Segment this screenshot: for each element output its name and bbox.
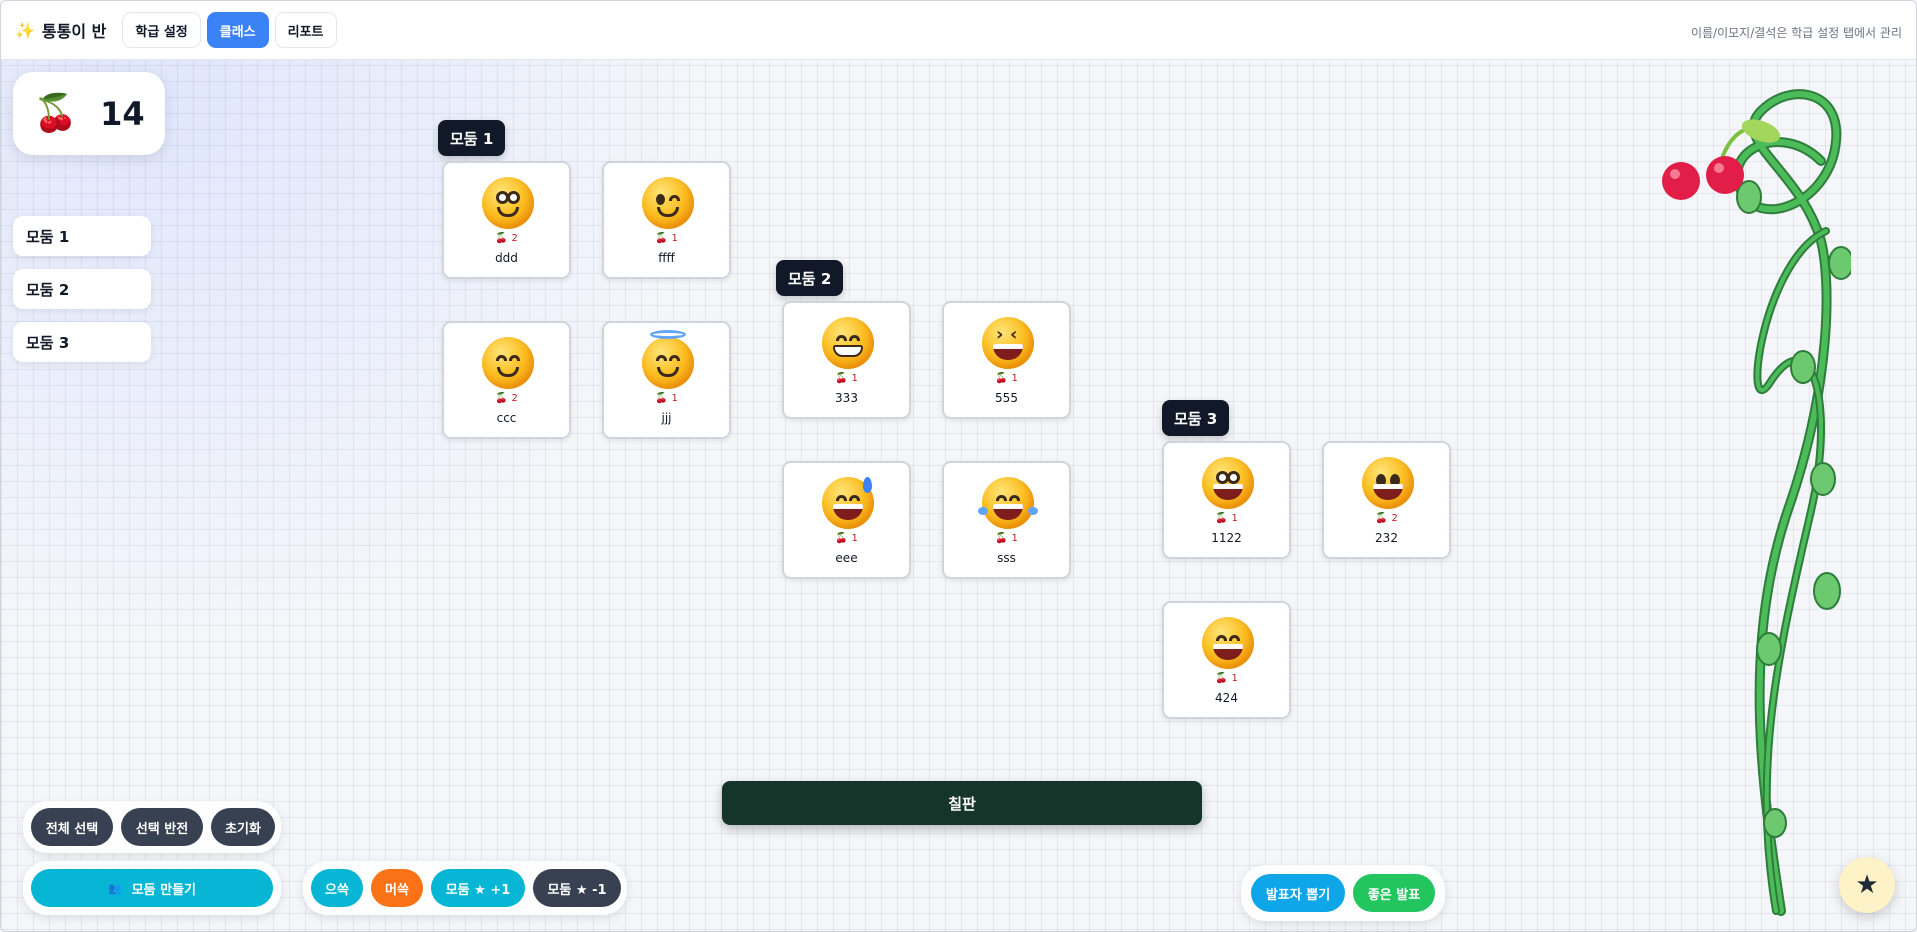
cherry-count: 14 — [100, 94, 145, 133]
cherry-icon: 🍒 — [835, 373, 848, 384]
group-label[interactable]: 모둠 3 — [1162, 400, 1230, 436]
good-presentation-button[interactable]: 좋은 발표 — [1353, 874, 1435, 912]
student-name: 333 — [835, 391, 858, 405]
sidebar-item-group-2[interactable]: 모둠 2 — [13, 269, 151, 309]
cherry-icon: 🍒 — [495, 393, 508, 404]
good-button[interactable]: 으쓱 — [311, 869, 363, 907]
star-icon[interactable]: ★ — [1839, 857, 1895, 913]
student-card[interactable]: 🍒 1 333 — [782, 301, 911, 419]
cherry-icon: 🍒 — [835, 533, 848, 544]
cherry-icon: 🍒 — [995, 533, 1008, 544]
cherry-vine-decoration — [1662, 89, 1851, 916]
winking-face-icon — [642, 177, 694, 229]
presentation-controls: 발표자 뽑기 좋은 발표 — [1241, 865, 1445, 921]
sparkles-icon: ✨ — [15, 20, 35, 40]
student-name: 1122 — [1211, 531, 1242, 545]
tab-class[interactable]: 클래스 — [206, 12, 269, 48]
shy-button[interactable]: 머쓱 — [371, 869, 423, 907]
student-card[interactable]: 🍒 1 424 — [1162, 601, 1291, 719]
grinning-big-eyes-face-icon — [1202, 457, 1254, 509]
smiling-eyes-face-icon — [482, 337, 534, 389]
grinning-big-eyes-face-icon — [1362, 457, 1414, 509]
invert-selection-button[interactable]: 선택 반전 — [121, 808, 203, 846]
sweat-smile-face-icon — [822, 477, 874, 529]
student-card[interactable]: 🍒 1 jjj — [602, 321, 731, 439]
sidebar-item-group-3[interactable]: 모둠 3 — [13, 322, 151, 362]
student-name: jjj — [661, 411, 672, 425]
group-maker-controls: 👥 모둠 만들기 — [23, 861, 281, 915]
cherry-icon: 🍒 — [1215, 513, 1228, 524]
group-star-plus-button[interactable]: 모둠 ★ +1 — [431, 869, 525, 907]
student-name: 232 — [1375, 531, 1398, 545]
student-name: 424 — [1215, 691, 1238, 705]
student-card[interactable]: 🍒 2 ccc — [442, 321, 571, 439]
beaming-face-icon — [822, 317, 874, 369]
cherry-icon: 🍒 — [655, 233, 668, 244]
student-name: ffff — [658, 251, 675, 265]
sidebar-item-group-1[interactable]: 모둠 1 — [13, 216, 151, 256]
class-title: 통통이 반 — [41, 22, 107, 41]
student-points: 🍒 1 — [835, 373, 858, 384]
reset-button[interactable]: 초기화 — [211, 808, 275, 846]
student-points: 🍒 2 — [495, 233, 518, 244]
student-points: 🍒 2 — [495, 393, 518, 404]
cherry-icon: 🍒 — [1375, 513, 1388, 524]
student-card[interactable]: 🍒 1 eee — [782, 461, 911, 579]
people-icon: 👥 — [107, 881, 122, 895]
smiling-face-icon — [482, 177, 534, 229]
blackboard: 칠판 — [722, 781, 1202, 825]
pick-presenter-button[interactable]: 발표자 뽑기 — [1251, 874, 1345, 912]
student-points: 🍒 1 — [655, 233, 678, 244]
student-name: sss — [997, 551, 1016, 565]
student-points: 🍒 1 — [995, 373, 1018, 384]
student-points: 🍒 1 — [1215, 513, 1238, 524]
student-points: 🍒 1 — [655, 393, 678, 404]
student-name: ccc — [496, 411, 517, 425]
student-points: 🍒 1 — [835, 533, 858, 544]
cherry-counter: 🍒 14 — [13, 72, 165, 155]
squinting-laugh-face-icon — [982, 317, 1034, 369]
cherry-icon: 🍒 — [495, 233, 508, 244]
student-name: ddd — [495, 251, 518, 265]
student-card[interactable]: 🍒 1 1122 — [1162, 441, 1291, 559]
student-points: 🍒 1 — [1215, 673, 1238, 684]
student-points: 🍒 1 — [995, 533, 1018, 544]
student-name: eee — [835, 551, 858, 565]
group-label[interactable]: 모둠 2 — [776, 260, 844, 296]
group-star-minus-button[interactable]: 모둠 ★ -1 — [533, 869, 621, 907]
tab-school-settings[interactable]: 학급 설정 — [122, 12, 201, 48]
student-card[interactable]: 🍒 1 ffff — [602, 161, 731, 279]
settings-hint: 이름/이모지/결석은 학급 설정 탭에서 관리 — [1690, 26, 1902, 40]
student-card[interactable]: 🍒1 555 — [942, 301, 1071, 419]
make-groups-button[interactable]: 👥 모둠 만들기 — [31, 869, 273, 907]
group-label[interactable]: 모둠 1 — [438, 120, 506, 156]
student-card[interactable]: 🍒 1 sss — [942, 461, 1071, 579]
cherry-icon: 🍒 — [1215, 673, 1228, 684]
cherry-icon: 🍒 — [655, 393, 668, 404]
select-all-button[interactable]: 전체 선택 — [31, 808, 113, 846]
top-bar: ✨ 통통이 반 학급 설정 클래스 리포트 이름/이모지/결석은 학급 설정 탭… — [1, 1, 1916, 60]
halo-face-icon — [642, 330, 694, 389]
cherry-icon: 🍒 — [995, 373, 1008, 384]
student-name: 555 — [995, 391, 1018, 405]
grinning-smiling-eyes-face-icon — [1202, 617, 1254, 669]
selection-controls: 전체 선택 선택 반전 초기화 — [23, 801, 281, 853]
student-card[interactable]: 🍒 2 232 — [1322, 441, 1451, 559]
tab-report[interactable]: 리포트 — [274, 12, 337, 48]
brand: ✨ 통통이 반 — [15, 18, 106, 42]
classroom-app: ✨ 통통이 반 학급 설정 클래스 리포트 이름/이모지/결석은 학급 설정 탭… — [0, 0, 1917, 932]
reaction-controls: 으쓱 머쓱 모둠 ★ +1 모둠 ★ -1 — [303, 861, 627, 915]
tears-of-joy-face-icon — [978, 477, 1038, 529]
cherry-icon: 🍒 — [33, 92, 79, 134]
student-points: 🍒 2 — [1375, 513, 1398, 524]
student-card[interactable]: 🍒 2 ddd — [442, 161, 571, 279]
